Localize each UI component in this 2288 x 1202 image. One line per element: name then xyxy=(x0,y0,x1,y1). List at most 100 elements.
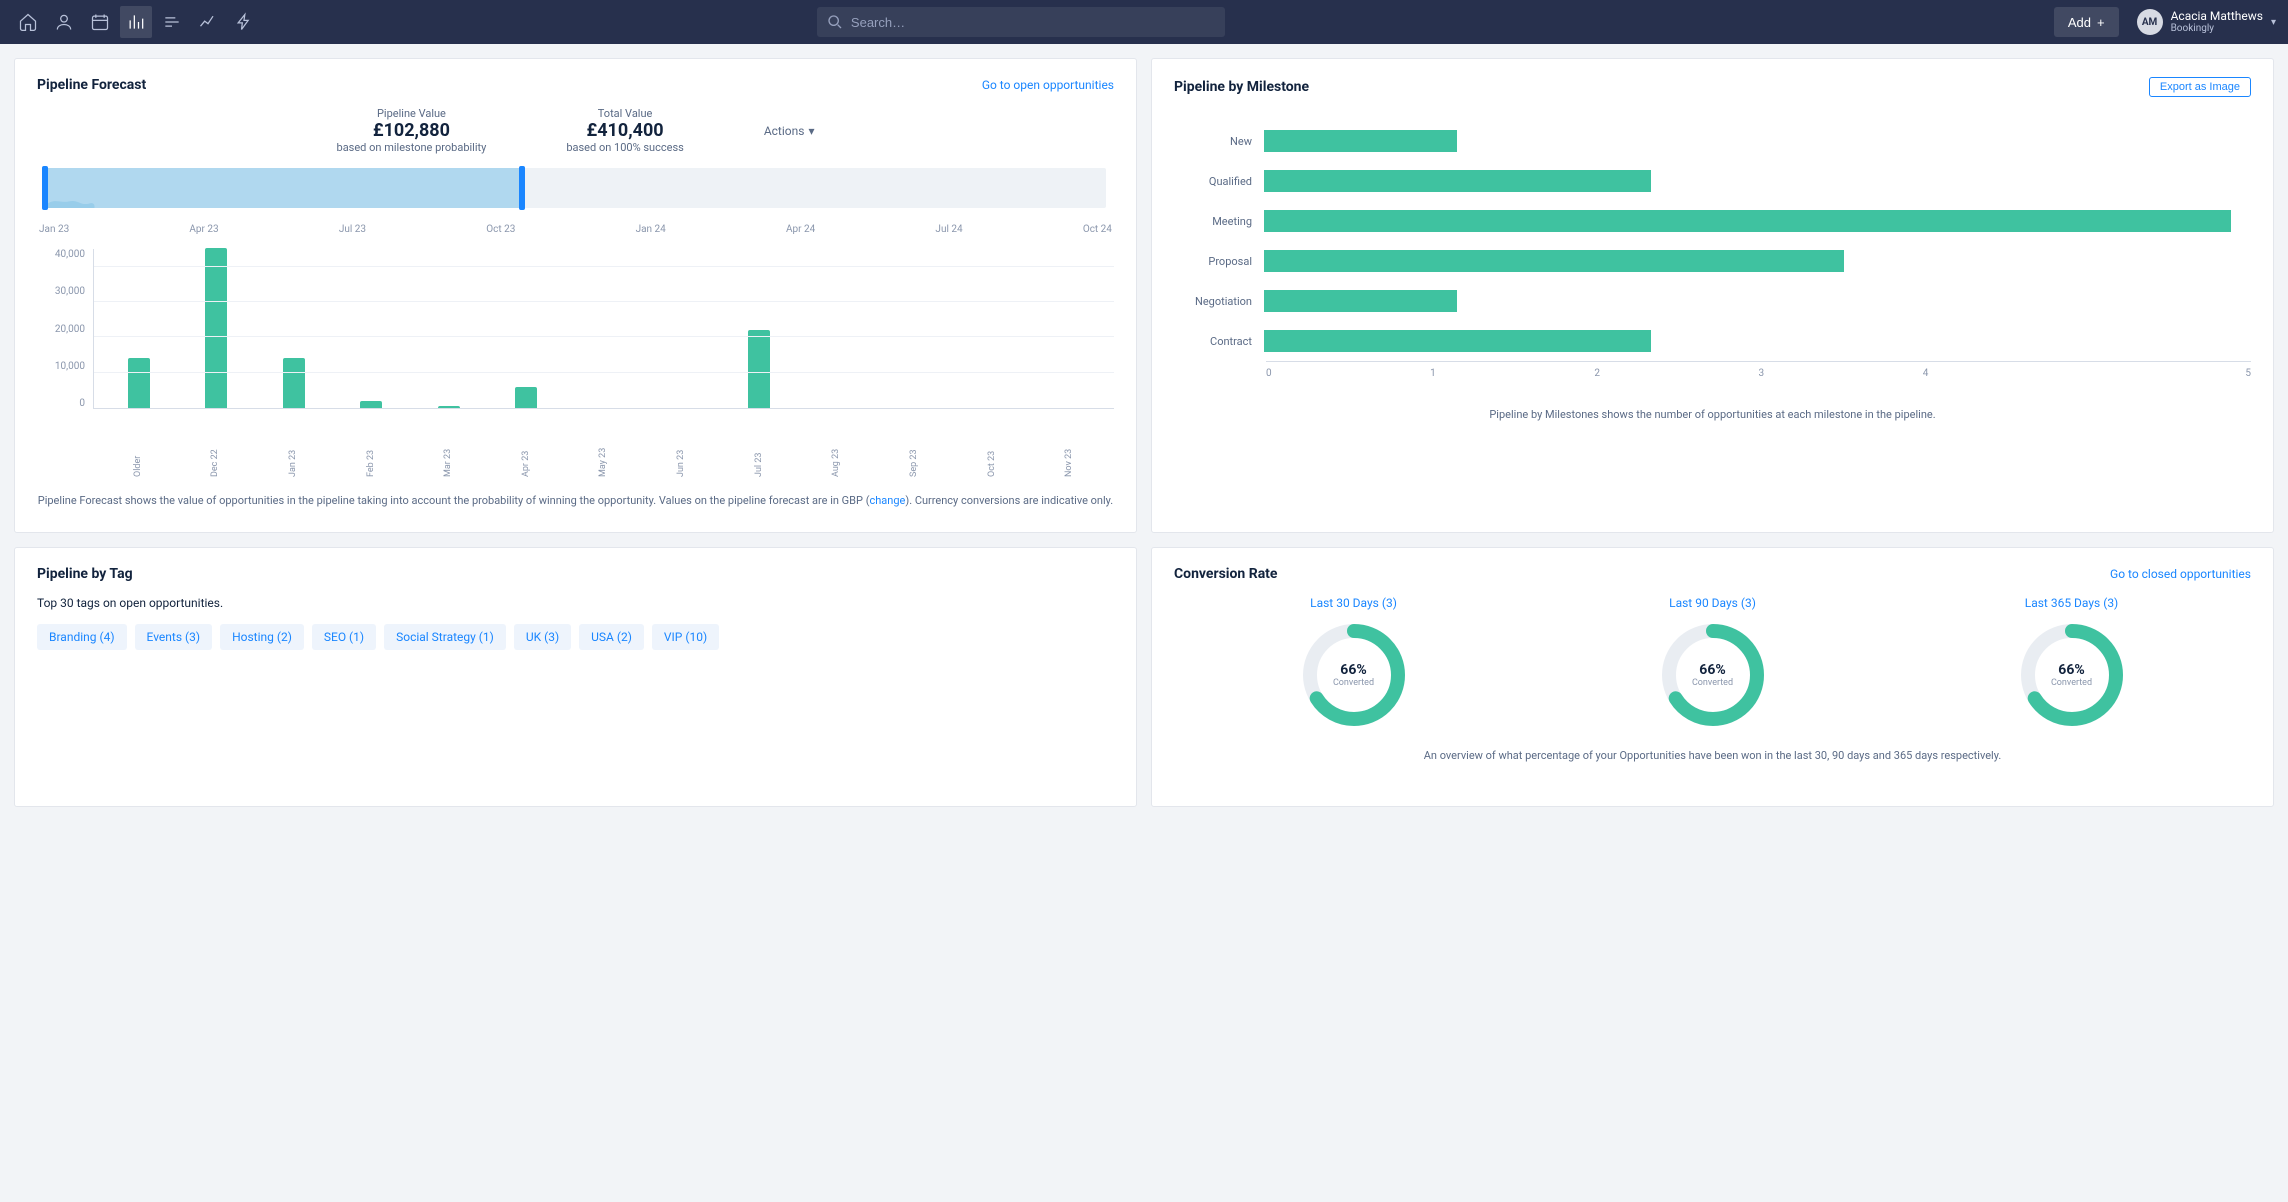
conversion-period-link[interactable]: Last 90 Days (3) xyxy=(1669,596,1756,610)
stat-pipeline-value: Pipeline Value £102,880 based on milesto… xyxy=(337,107,487,154)
bar[interactable] xyxy=(360,401,382,408)
avatar: AM xyxy=(2137,9,2163,35)
conversion-row: Last 30 Days (3)66%ConvertedLast 90 Days… xyxy=(1174,596,2251,730)
tag-pill[interactable]: Events (3) xyxy=(135,624,213,650)
person-icon[interactable] xyxy=(48,6,80,38)
date-range-slider[interactable] xyxy=(45,168,1106,214)
bolt-icon[interactable] xyxy=(228,6,260,38)
open-opportunities-link[interactable]: Go to open opportunities xyxy=(982,78,1114,92)
milestone-bar-chart: New Qualified Meeting Proposal Negotiation Co… xyxy=(1174,111,2251,361)
milestone-bar[interactable] xyxy=(1264,290,1457,312)
tag-pill[interactable]: Hosting (2) xyxy=(220,624,304,650)
range-handle-start[interactable] xyxy=(42,166,48,210)
milestone-label: Proposal xyxy=(1184,255,1264,268)
conversion-period: Last 90 Days (3) 66%Converted xyxy=(1658,596,1768,730)
bar[interactable] xyxy=(438,406,460,408)
stat-total-value: Total Value £410,400 based on 100% succe… xyxy=(566,107,683,154)
milestone-bar[interactable] xyxy=(1264,170,1651,192)
forecast-bar-chart: 40,00030,00020,00010,0000 xyxy=(37,249,1114,429)
milestone-label: Qualified xyxy=(1184,175,1264,188)
y-tick: 10,000 xyxy=(37,361,85,372)
x-tick: 2 xyxy=(1594,368,1758,379)
bars-chart-icon[interactable] xyxy=(120,6,152,38)
x-tick: Dec 22 xyxy=(210,435,220,477)
milestone-label: Negotiation xyxy=(1184,295,1264,308)
conversion-period-link[interactable]: Last 30 Days (3) xyxy=(1310,596,1397,610)
x-tick: Mar 23 xyxy=(443,435,453,477)
search-input[interactable] xyxy=(817,7,1225,37)
milestone-bar[interactable] xyxy=(1264,130,1457,152)
x-tick: 5 xyxy=(2087,368,2251,379)
milestone-explain: Pipeline by Milestones shows the number … xyxy=(1174,407,2251,424)
milestone-row: Proposal xyxy=(1184,241,2231,281)
card-conversion-rate: Conversion Rate Go to closed opportuniti… xyxy=(1151,547,2274,807)
y-axis: 40,00030,00020,00010,0000 xyxy=(37,249,93,409)
tag-pill[interactable]: Social Strategy (1) xyxy=(384,624,506,650)
tag-list: Branding (4) Events (3) Hosting (2) SEO (1)… xyxy=(37,624,1114,650)
donut-chart: 66%Converted xyxy=(2017,620,2127,730)
add-button-label: Add xyxy=(2068,15,2091,30)
x-tick: Oct 23 xyxy=(987,435,997,477)
donut-percent: 66% xyxy=(1699,662,1725,678)
bar[interactable] xyxy=(748,330,770,408)
range-tick: Oct 23 xyxy=(486,224,515,235)
x-tick: Jun 23 xyxy=(676,435,686,477)
x-tick: Feb 23 xyxy=(366,435,376,477)
stat-value: £102,880 xyxy=(337,120,487,141)
milestone-bar[interactable] xyxy=(1264,210,2231,232)
donut-label: Converted xyxy=(2051,678,2092,688)
milestone-row: Meeting xyxy=(1184,201,2231,241)
change-currency-link[interactable]: change xyxy=(869,494,905,507)
tag-pill[interactable]: VIP (10) xyxy=(652,624,719,650)
x-tick: Aug 23 xyxy=(831,435,841,477)
top-nav: Add + AM Acacia Matthews Bookingly ▾ xyxy=(0,0,2288,44)
global-search[interactable] xyxy=(817,7,1497,37)
conversion-period: Last 30 Days (3) 66%Converted xyxy=(1299,596,1409,730)
tag-pill[interactable]: Branding (4) xyxy=(37,624,127,650)
x-tick: May 23 xyxy=(598,435,608,477)
milestone-label: Meeting xyxy=(1184,215,1264,228)
milestone-x-axis: 012345 xyxy=(1266,361,2251,379)
donut-chart: 66%Converted xyxy=(1658,620,1768,730)
bar[interactable] xyxy=(515,387,537,408)
calendar-icon[interactable] xyxy=(84,6,116,38)
actions-dropdown[interactable]: Actions ▾ xyxy=(764,124,815,138)
donut-chart: 66%Converted xyxy=(1299,620,1409,730)
bar[interactable] xyxy=(205,248,227,408)
donut-percent: 66% xyxy=(1340,662,1366,678)
line-chart-icon[interactable] xyxy=(192,6,224,38)
tag-pill[interactable]: UK (3) xyxy=(514,624,571,650)
x-tick: Sep 23 xyxy=(909,435,919,477)
card-title: Conversion Rate xyxy=(1174,566,1277,582)
user-menu[interactable]: AM Acacia Matthews Bookingly ▾ xyxy=(2137,9,2276,35)
milestone-row: Contract xyxy=(1184,321,2231,361)
bar[interactable] xyxy=(283,358,305,408)
export-image-button[interactable]: Export as Image xyxy=(2149,77,2251,97)
x-tick: Jul 23 xyxy=(754,435,764,477)
milestone-row: Qualified xyxy=(1184,161,2231,201)
tag-pill[interactable]: SEO (1) xyxy=(312,624,376,650)
x-tick: 4 xyxy=(1923,368,2087,379)
donut-label: Converted xyxy=(1333,678,1374,688)
range-tick: Jul 24 xyxy=(935,224,962,235)
add-button[interactable]: Add + xyxy=(2054,7,2119,37)
y-tick: 20,000 xyxy=(37,324,85,335)
milestone-bar[interactable] xyxy=(1264,250,1844,272)
closed-opportunities-link[interactable]: Go to closed opportunities xyxy=(2110,567,2251,581)
y-tick: 0 xyxy=(37,398,85,409)
home-icon[interactable] xyxy=(12,6,44,38)
user-name: Acacia Matthews xyxy=(2171,10,2263,23)
chevron-down-icon: ▾ xyxy=(2271,17,2276,28)
tag-pill[interactable]: USA (2) xyxy=(579,624,644,650)
stat-value: £410,400 xyxy=(566,120,683,141)
milestone-bar[interactable] xyxy=(1264,330,1651,352)
list-icon[interactable] xyxy=(156,6,188,38)
bar[interactable] xyxy=(128,358,150,408)
range-axis: Jan 23Apr 23Jul 23Oct 23Jan 24Apr 24Jul … xyxy=(37,220,1114,235)
search-icon xyxy=(827,14,843,34)
stat-sub: based on milestone probability xyxy=(337,141,487,154)
conversion-period-link[interactable]: Last 365 Days (3) xyxy=(2025,596,2119,610)
user-org: Bookingly xyxy=(2171,23,2263,34)
range-handle-end[interactable] xyxy=(519,166,525,210)
milestone-label: New xyxy=(1184,135,1264,148)
